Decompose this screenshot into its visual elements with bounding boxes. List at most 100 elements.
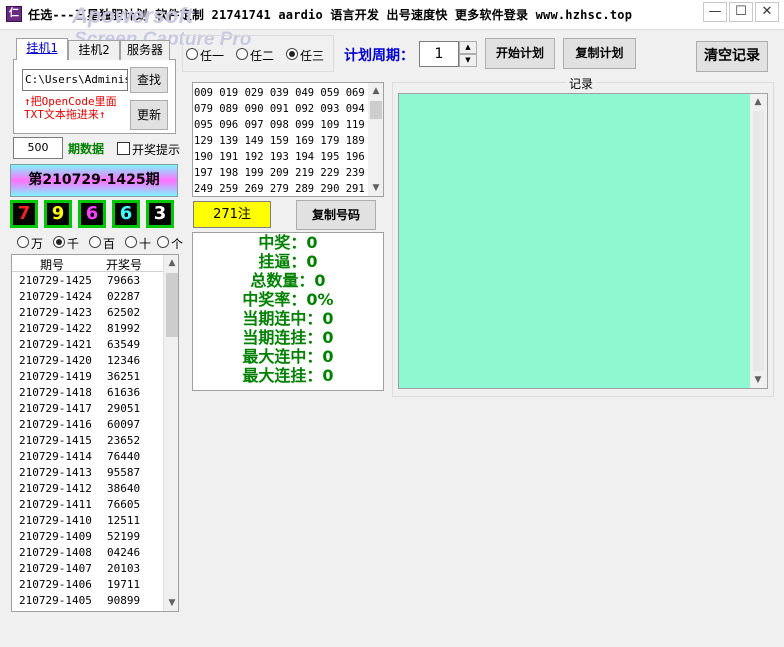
- position-radio[interactable]: [89, 236, 101, 248]
- maximize-button[interactable]: ☐: [729, 2, 753, 22]
- draw-digit: 9: [44, 200, 72, 228]
- row-issue: 210729-1413: [19, 466, 92, 479]
- table-row[interactable]: 210729-1412 38640: [12, 481, 163, 497]
- stat-line: 中奖：0: [258, 233, 318, 252]
- record-scrollbar[interactable]: ▲ ▼: [750, 94, 767, 388]
- numbers-scroll-down[interactable]: ▼: [368, 180, 383, 196]
- mode-radio[interactable]: [286, 48, 298, 60]
- position-radio[interactable]: [125, 236, 137, 248]
- row-result: 61636: [107, 386, 141, 399]
- drag-hint: ↑把OpenCode里面TXT文本拖进来↑: [24, 95, 117, 121]
- table-row[interactable]: 210729-1425 79663: [12, 273, 163, 289]
- mode-radio-label[interactable]: 任二: [250, 47, 274, 64]
- prize-alert-checkbox[interactable]: [117, 142, 130, 155]
- record-scroll-thumb[interactable]: [753, 111, 764, 371]
- row-result: 62502: [107, 306, 141, 319]
- number-count-badge: 271注: [193, 201, 271, 228]
- position-radio[interactable]: [17, 236, 29, 248]
- position-radio[interactable]: [53, 236, 65, 248]
- copy-plan-button[interactable]: 复制计划: [563, 38, 636, 69]
- close-button[interactable]: ✕: [755, 2, 779, 22]
- row-issue: 210729-1417: [19, 402, 92, 415]
- mode-radio[interactable]: [186, 48, 198, 60]
- row-issue: 210729-1424: [19, 290, 92, 303]
- update-button[interactable]: 更新: [130, 100, 168, 130]
- history-scroll-thumb[interactable]: [166, 273, 178, 337]
- col-issue-header[interactable]: 期号: [40, 256, 64, 273]
- period-count-input[interactable]: 500: [13, 137, 63, 159]
- minimize-button[interactable]: —: [703, 2, 727, 22]
- table-row[interactable]: 210729-1413 95587: [12, 465, 163, 481]
- scroll-down-arrow[interactable]: ▼: [164, 595, 178, 611]
- table-row[interactable]: 210729-1405 90899: [12, 593, 163, 609]
- position-radio-label[interactable]: 十: [139, 235, 151, 252]
- mode-radio[interactable]: [236, 48, 248, 60]
- spin-up-button[interactable]: ▲: [459, 41, 477, 54]
- table-row[interactable]: 210729-1417 29051: [12, 401, 163, 417]
- record-textarea[interactable]: [398, 93, 768, 389]
- row-result: 12346: [107, 354, 141, 367]
- find-button[interactable]: 查找: [130, 67, 168, 93]
- record-scroll-up[interactable]: ▲: [750, 94, 766, 110]
- prize-alert-label[interactable]: 开奖提示: [132, 141, 180, 158]
- row-issue: 210729-1414: [19, 450, 92, 463]
- draw-digit: 3: [146, 200, 174, 228]
- table-row[interactable]: 210729-1414 76440: [12, 449, 163, 465]
- row-issue: 210729-1419: [19, 370, 92, 383]
- scroll-up-arrow[interactable]: ▲: [164, 255, 178, 271]
- mode-radio-label[interactable]: 任三: [300, 47, 324, 64]
- numbers-scroll-thumb[interactable]: [370, 101, 382, 119]
- position-radio-label[interactable]: 百: [103, 235, 115, 252]
- mode-radio-label[interactable]: 任一: [200, 47, 224, 64]
- row-result: 52199: [107, 530, 141, 543]
- row-result: 79663: [107, 274, 141, 287]
- table-row[interactable]: 210729-1421 63549: [12, 337, 163, 353]
- stat-line: 挂逼：0: [258, 252, 318, 271]
- col-result-header[interactable]: 开奖号: [106, 256, 142, 273]
- position-radio[interactable]: [157, 236, 169, 248]
- row-issue: 210729-1412: [19, 482, 92, 495]
- clear-records-button[interactable]: 清空记录: [696, 41, 768, 72]
- row-result: 76440: [107, 450, 141, 463]
- row-issue: 210729-1425: [19, 274, 92, 287]
- table-row[interactable]: 210729-1420 12346: [12, 353, 163, 369]
- table-row[interactable]: 210729-1410 12511: [12, 513, 163, 529]
- numbers-scroll-up[interactable]: ▲: [368, 83, 383, 99]
- row-issue: 210729-1405: [19, 594, 92, 607]
- spin-down-button[interactable]: ▼: [459, 54, 477, 67]
- row-result: 19711: [107, 578, 141, 591]
- table-row[interactable]: 210729-1415 23652: [12, 433, 163, 449]
- table-row[interactable]: 210729-1422 81992: [12, 321, 163, 337]
- position-radio-label[interactable]: 万: [31, 235, 43, 252]
- table-row[interactable]: 210729-1409 52199: [12, 529, 163, 545]
- numbers-textarea[interactable]: 009 019 029 039 049 059 069 079 089 090 …: [192, 82, 384, 197]
- numbers-text[interactable]: 009 019 029 039 049 059 069 079 089 090 …: [194, 85, 366, 196]
- table-row[interactable]: 210729-1419 36251: [12, 369, 163, 385]
- table-row[interactable]: 210729-1418 61636: [12, 385, 163, 401]
- position-radio-label[interactable]: 个: [171, 235, 183, 252]
- history-table[interactable]: 期号 开奖号 210729-1425 79663 210729-1424 02287 2…: [11, 254, 179, 612]
- record-scroll-down[interactable]: ▼: [750, 372, 766, 388]
- table-row[interactable]: 210729-1424 02287: [12, 289, 163, 305]
- position-radio-label[interactable]: 千: [67, 235, 79, 252]
- numbers-scrollbar[interactable]: ▲ ▼: [368, 83, 383, 196]
- file-path-input[interactable]: C:\Users\Administ: [22, 69, 128, 91]
- tab-server[interactable]: 服务器: [120, 40, 170, 60]
- copy-numbers-button[interactable]: 复制号码: [296, 200, 376, 230]
- table-row[interactable]: 210729-1411 76605: [12, 497, 163, 513]
- table-row[interactable]: 210729-1408 04246: [12, 545, 163, 561]
- table-row[interactable]: 210729-1406 19711: [12, 577, 163, 593]
- row-result: 12511: [107, 514, 141, 527]
- tab-hook-1[interactable]: 挂机1: [16, 38, 68, 60]
- plan-cycle-input[interactable]: 1: [419, 41, 459, 67]
- table-row[interactable]: 210729-1416 60097: [12, 417, 163, 433]
- period-label: 期数据: [68, 142, 105, 156]
- row-result: 81992: [107, 322, 141, 335]
- table-row[interactable]: 210729-1423 62502: [12, 305, 163, 321]
- table-row[interactable]: 210729-1407 20103: [12, 561, 163, 577]
- history-scrollbar[interactable]: ▲ ▼: [163, 255, 178, 611]
- row-result: 63549: [107, 338, 141, 351]
- tab-hook-2[interactable]: 挂机2: [68, 40, 120, 60]
- row-result: 90899: [107, 594, 141, 607]
- start-plan-button[interactable]: 开始计划: [485, 38, 555, 69]
